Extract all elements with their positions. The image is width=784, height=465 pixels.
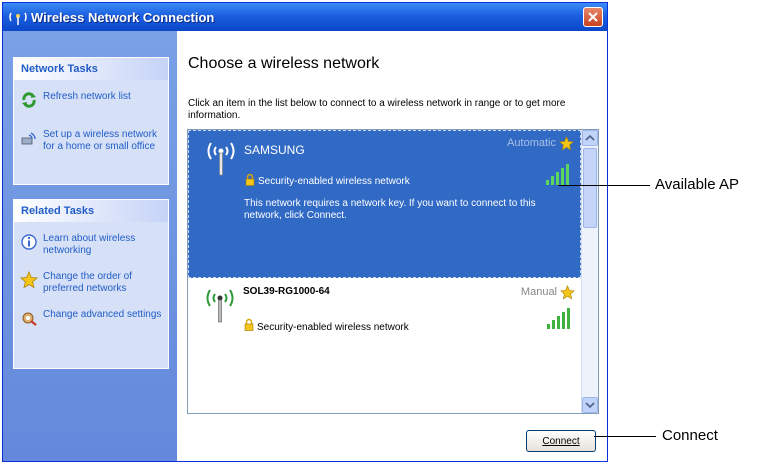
task-pane: Network Tasks Refresh network list Set u…: [3, 31, 177, 461]
connect-pointer-line: [594, 436, 656, 437]
network-tasks-header: Network Tasks: [14, 58, 168, 80]
antenna-icon: [206, 289, 234, 323]
star-icon: [560, 285, 575, 300]
related-tasks-header: Related Tasks: [14, 200, 168, 222]
setup-wireless-network-label: Set up a wireless network for a home or …: [43, 129, 157, 152]
scroll-down-button[interactable]: [582, 397, 598, 413]
change-order-preferred-label: Change the order of preferred networks: [43, 271, 132, 294]
wireless-network-list[interactable]: SAMSUNG Automatic Security-enabled wirel…: [187, 129, 599, 414]
signal-strength-icon: [546, 164, 569, 185]
connection-mode: Automatic: [507, 137, 556, 149]
close-icon: [588, 12, 598, 22]
wireless-network-connection-window: Wireless Network Connection Network Task…: [2, 2, 608, 462]
connect-button[interactable]: Connect: [526, 430, 596, 452]
change-order-preferred-link[interactable]: Change the order of preferred networks: [14, 266, 168, 298]
available-ap-pointer-line: [558, 185, 650, 186]
setup-network-icon: [21, 132, 36, 145]
change-advanced-settings-link[interactable]: Change advanced settings: [14, 304, 168, 330]
network-list-scrollbar[interactable]: [581, 130, 598, 413]
info-icon: [21, 234, 37, 250]
network-item-samsung[interactable]: SAMSUNG Automatic Security-enabled wirel…: [188, 130, 581, 278]
chevron-down-icon: [585, 402, 595, 409]
scroll-up-button[interactable]: [582, 130, 598, 146]
lock-icon: [245, 173, 255, 186]
scroll-thumb[interactable]: [583, 148, 597, 228]
star-icon: [559, 136, 574, 151]
security-status: Security-enabled wireless network: [257, 322, 409, 333]
connect-button-label: Connect: [542, 435, 580, 447]
chevron-up-icon: [585, 134, 595, 141]
network-tasks-panel: Network Tasks Refresh network list Set u…: [13, 57, 169, 185]
settings-icon: [22, 312, 37, 326]
antenna-icon: [207, 142, 235, 176]
window-title: Wireless Network Connection: [31, 9, 215, 25]
instruction-text: Click an item in the list below to conne…: [188, 98, 566, 121]
signal-strength-icon: [547, 308, 570, 329]
connect-annotation: Connect: [662, 427, 718, 444]
change-advanced-settings-label: Change advanced settings: [43, 309, 162, 320]
available-ap-annotation: Available AP: [655, 176, 739, 193]
star-icon: [20, 271, 38, 289]
learn-wireless-label: Learn about wireless networking: [43, 233, 136, 256]
wireless-icon: [9, 12, 27, 25]
setup-wireless-network-link[interactable]: Set up a wireless network for a home or …: [14, 124, 168, 156]
learn-wireless-link[interactable]: Learn about wireless networking: [14, 228, 168, 260]
network-ssid: SAMSUNG: [244, 143, 305, 157]
page-title: Choose a wireless network: [188, 55, 380, 72]
network-ssid: SOL39-RG1000-64: [243, 286, 330, 297]
network-list-pane: Choose a wireless network Click an item …: [177, 31, 607, 461]
lock-icon: [244, 318, 254, 331]
connection-mode: Manual: [520, 286, 557, 298]
network-item-sol39[interactable]: SOL39-RG1000-64 Manual Security-enabled …: [188, 280, 581, 340]
title-bar[interactable]: Wireless Network Connection: [3, 3, 607, 31]
refresh-icon: [22, 92, 36, 108]
refresh-network-list-link[interactable]: Refresh network list: [14, 86, 168, 112]
security-status: Security-enabled wireless network: [258, 176, 410, 187]
network-description: This network requires a network key. If …: [244, 198, 536, 221]
close-button[interactable]: [583, 7, 603, 27]
refresh-network-list-label: Refresh network list: [43, 91, 131, 102]
related-tasks-panel: Related Tasks Learn about wireless netwo…: [13, 199, 169, 369]
